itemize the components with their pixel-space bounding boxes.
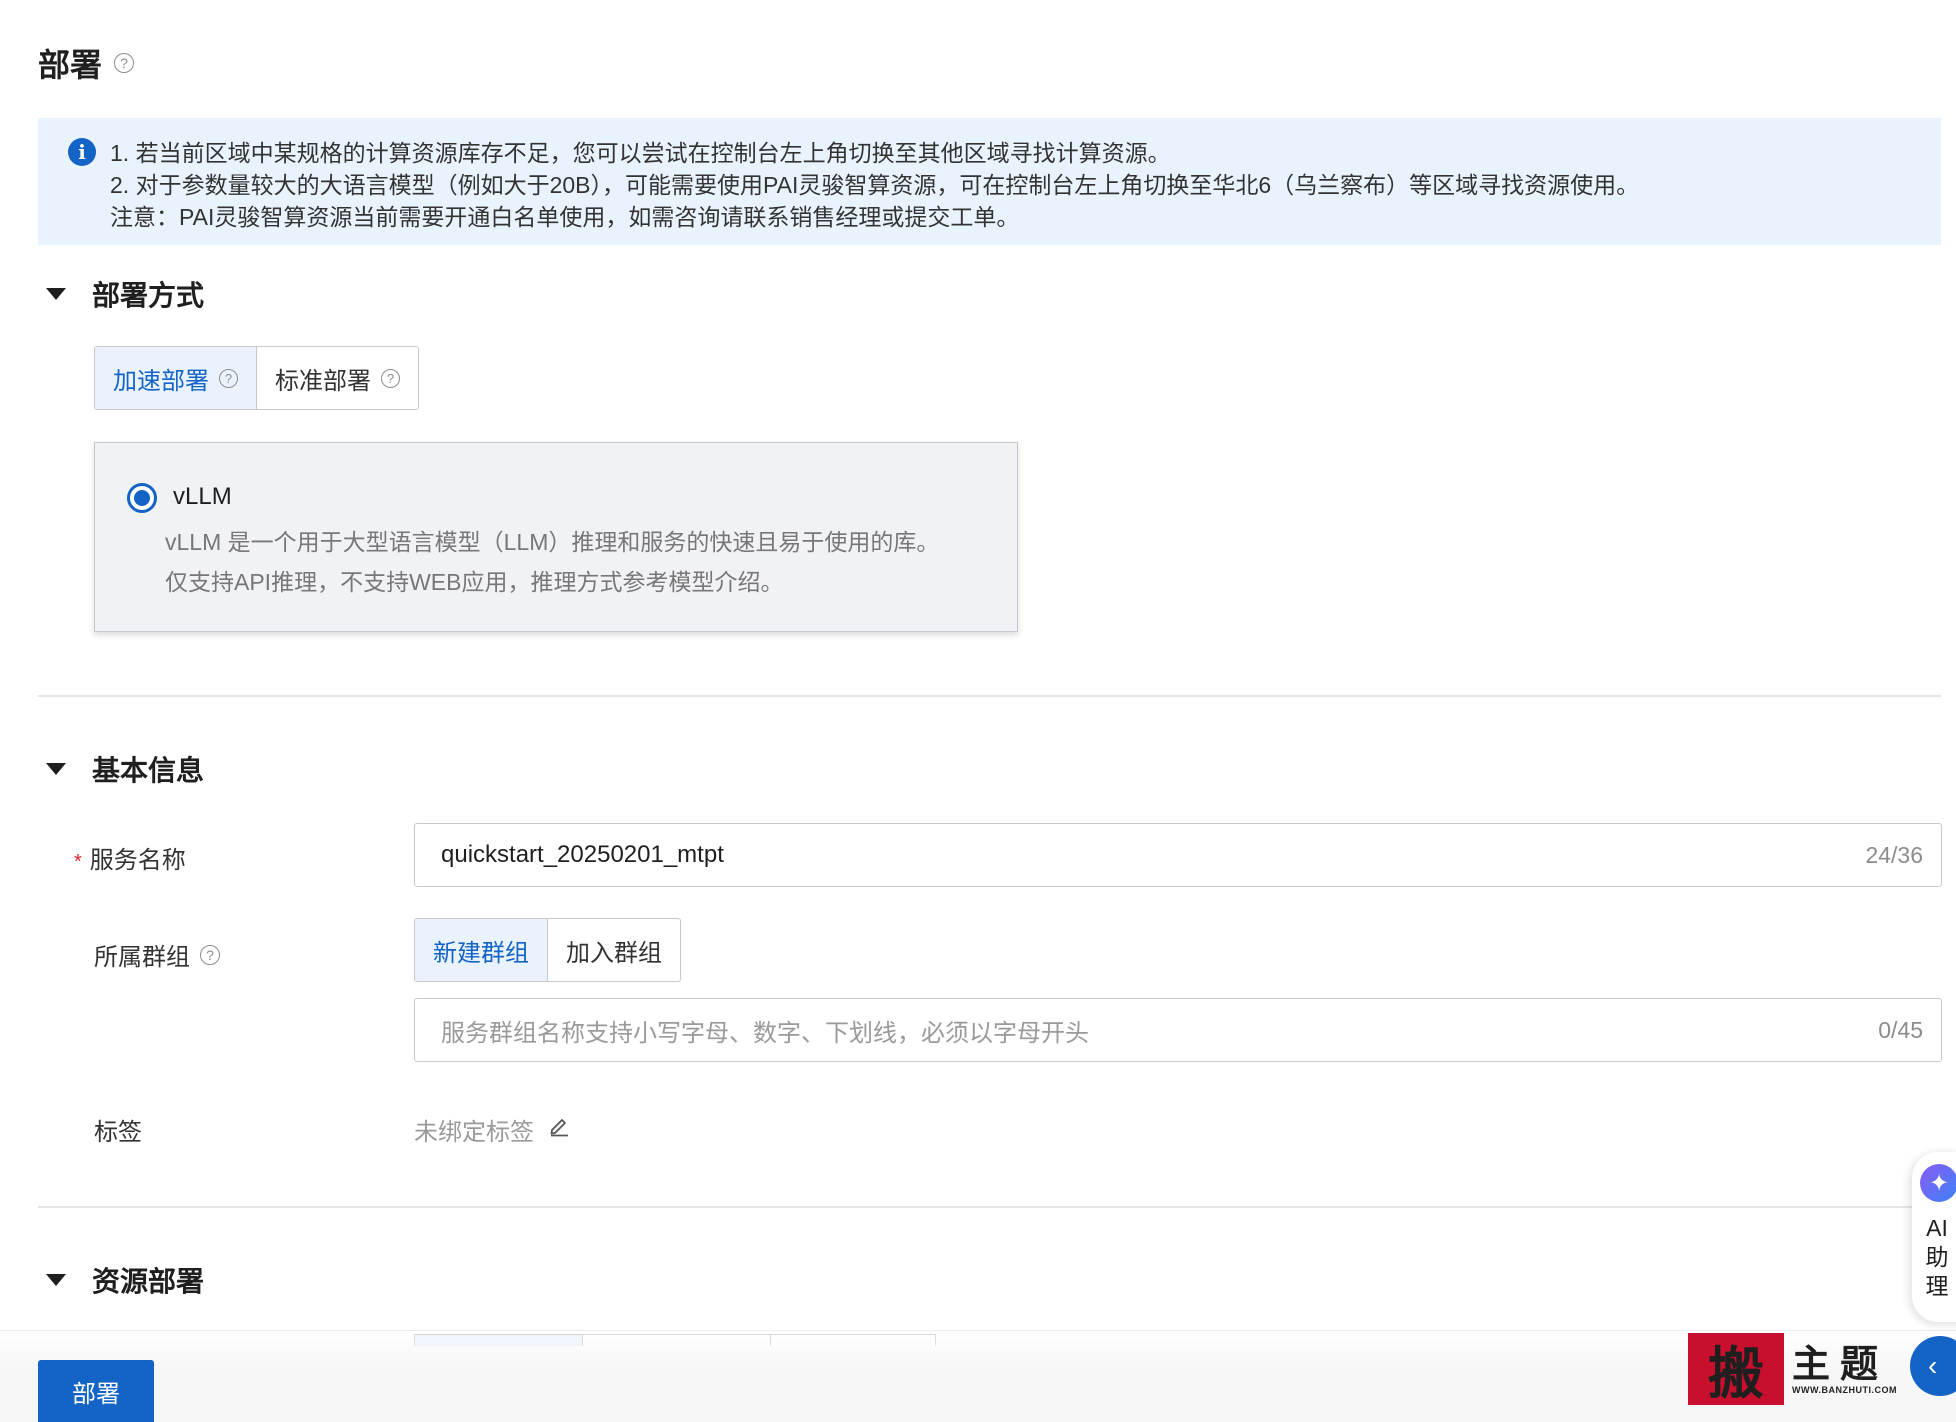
vllm-radio[interactable] [127, 483, 157, 513]
option-accelerated-deploy[interactable]: 加速部署 ? [95, 347, 257, 409]
section-title: 基本信息 [92, 755, 205, 786]
watermark-text: 主题 [1792, 1341, 1889, 1386]
ai-assistant-char: 理 [1925, 1273, 1949, 1299]
caret-down-icon [46, 763, 66, 775]
ai-assistant-char: AI [1926, 1215, 1948, 1241]
footer-bar [0, 1330, 1956, 1422]
ai-assistant-label: AI 助 理 [1924, 1214, 1950, 1301]
section-deploy-method-header[interactable]: 部署方式 [46, 274, 204, 314]
required-mark: * [74, 851, 82, 873]
watermark-logo: 搬 主题 WWW.BANZHUTI.COM [1688, 1332, 1904, 1407]
watermark-url: WWW.BANZHUTI.COM [1792, 1385, 1897, 1395]
caret-down-icon [46, 288, 66, 300]
service-name-counter: 24/36 [1865, 841, 1923, 868]
group-name-placeholder: 服务群组名称支持小写字母、数字、下划线，必须以字母开头 [441, 1019, 1089, 1047]
engine-desc-line-2: 仅支持API推理，不支持WEB应用，推理方式参考模型介绍。 [165, 569, 784, 595]
page-title-text: 部署 [38, 47, 103, 83]
ai-assistant-button[interactable]: ✦ AI 助 理 [1912, 1152, 1956, 1322]
vllm-engine-card[interactable]: vLLM vLLM 是一个用于大型语言模型（LLM）推理和服务的快速且易于使用的… [94, 442, 1018, 632]
question-circle-icon[interactable]: ? [114, 53, 135, 73]
info-notice: i 1. 若当前区域中某规格的计算资源库存不足，您可以尝试在控制台左上角切换至其… [38, 118, 1941, 245]
edit-pencil-icon[interactable] [548, 1115, 570, 1144]
group-name-counter: 0/45 [1878, 1016, 1923, 1043]
info-icon: i [68, 138, 96, 166]
group-label: 所属群组 ? [94, 937, 220, 972]
question-circle-icon[interactable]: ? [219, 368, 238, 388]
question-circle-icon[interactable]: ? [381, 368, 400, 388]
section-basic-info-header[interactable]: 基本信息 [46, 749, 204, 789]
service-name-input[interactable]: quickstart_20250201_mtpt 24/36 [414, 823, 1942, 887]
group-mode-toggle: 新建群组 加入群组 [414, 918, 681, 982]
caret-down-icon [46, 1274, 66, 1286]
notice-line-2: 2. 对于参数量较大的大语言模型（例如大于20B），可能需要使用PAI灵骏智算资… [110, 172, 1640, 198]
engine-desc-line-1: vLLM 是一个用于大型语言模型（LLM）推理和服务的快速且易于使用的库。 [165, 529, 940, 555]
notice-line-1: 1. 若当前区域中某规格的计算资源库存不足，您可以尝试在控制台左上角切换至其他区… [110, 140, 1171, 166]
option-label: 标准部署 [275, 367, 371, 395]
section-resource-header[interactable]: 资源部署 [46, 1260, 204, 1300]
ai-assistant-icon: ✦ [1920, 1164, 1956, 1202]
deploy-button[interactable]: 部署 [38, 1360, 154, 1422]
deploy-method-toggle: 加速部署 ? 标准部署 ? [94, 346, 419, 410]
notice-line-3: 注意：PAI灵骏智算资源当前需要开通白名单使用，如需咨询请联系销售经理或提交工单… [110, 204, 1020, 230]
option-label: 新建群组 [433, 939, 529, 967]
tags-value: 未绑定标签 [414, 1112, 570, 1147]
service-name-label-text: 服务名称 [89, 847, 186, 874]
option-label: 加速部署 [113, 367, 209, 395]
watermark-stamp: 搬 [1688, 1333, 1784, 1407]
section-title: 资源部署 [92, 1266, 205, 1297]
option-label: 加入群组 [566, 939, 662, 967]
service-name-label: * 服务名称 [74, 840, 186, 875]
divider [38, 1206, 1941, 1208]
section-title: 部署方式 [92, 280, 205, 311]
ai-assistant-char: 助 [1925, 1244, 1949, 1270]
option-join-group[interactable]: 加入群组 [548, 919, 680, 981]
group-name-input[interactable]: 服务群组名称支持小写字母、数字、下划线，必须以字母开头 0/45 [414, 998, 1942, 1062]
engine-name: vLLM [173, 483, 232, 510]
service-name-value: quickstart_20250201_mtpt [441, 841, 724, 868]
option-new-group[interactable]: 新建群组 [415, 919, 548, 981]
chevron-left-icon: ‹ [1928, 1350, 1938, 1381]
question-circle-icon[interactable]: ? [200, 944, 220, 965]
group-label-text: 所属群组 [94, 944, 190, 971]
option-standard-deploy[interactable]: 标准部署 ? [257, 347, 418, 409]
page-title: 部署 ? [38, 40, 135, 86]
tags-label: 标签 [94, 1119, 142, 1146]
divider [38, 695, 1941, 697]
watermark-right: 主题 WWW.BANZHUTI.COM [1792, 1341, 1897, 1396]
tags-value-text: 未绑定标签 [414, 1119, 534, 1146]
